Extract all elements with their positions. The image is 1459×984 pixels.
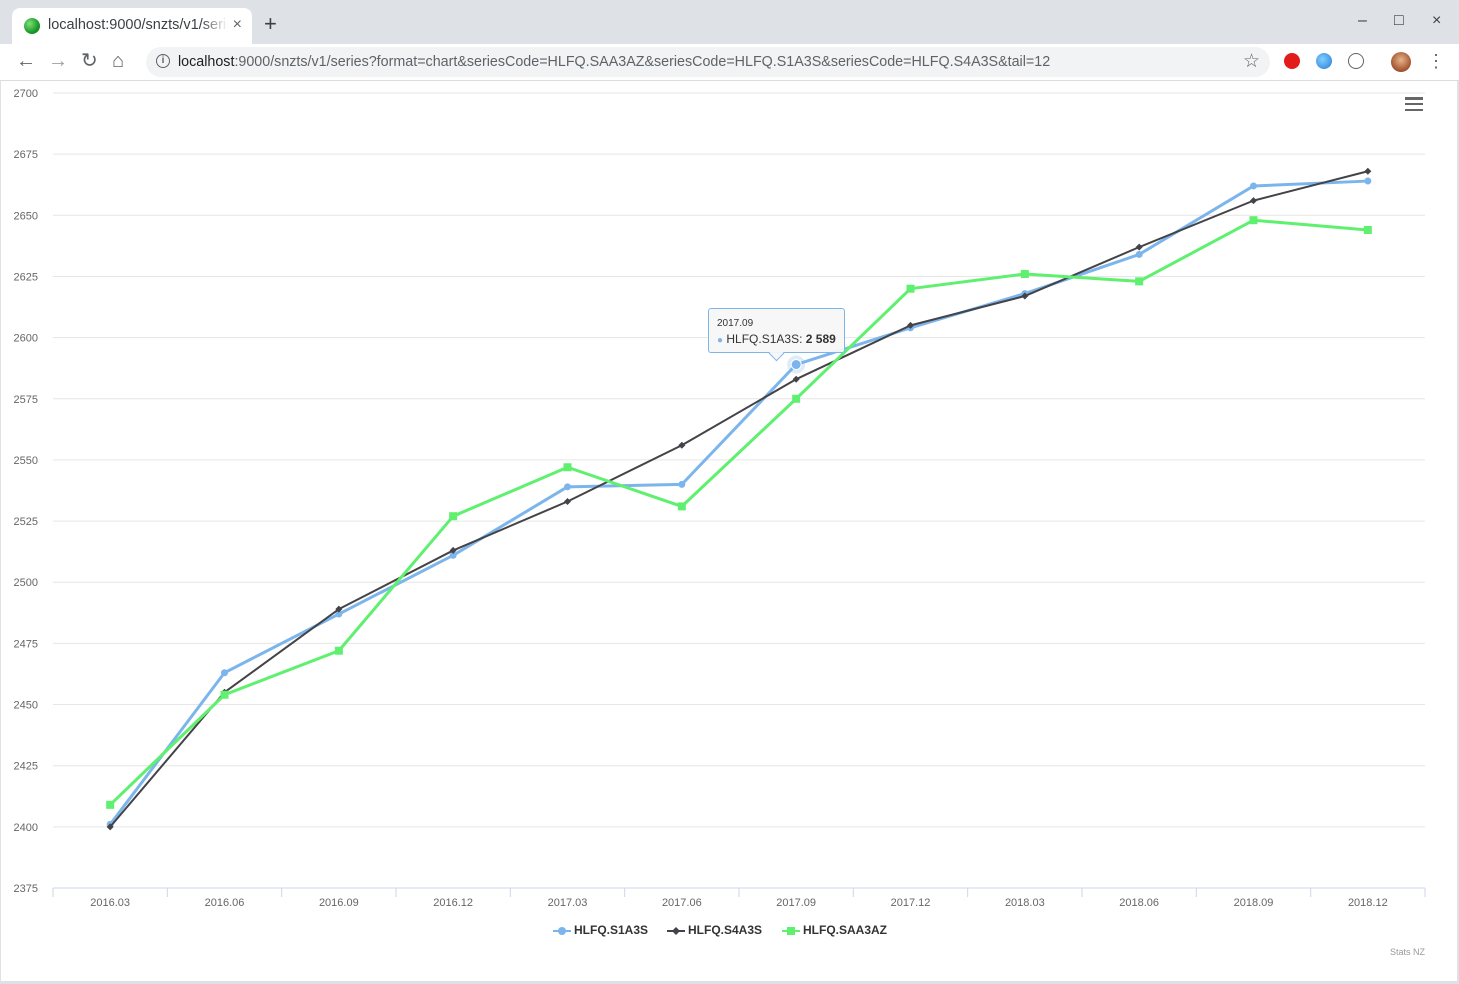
extension-globe-icon[interactable] bbox=[1316, 53, 1332, 69]
y-tick-label: 2525 bbox=[14, 516, 38, 528]
y-tick-label: 2625 bbox=[14, 271, 38, 283]
data-point bbox=[106, 800, 115, 809]
tooltip-line: ● HLFQ.S1A3S: 2 589 bbox=[717, 332, 836, 346]
minimize-icon[interactable]: – bbox=[1358, 12, 1367, 30]
tooltip-date: 2017.09 bbox=[717, 318, 754, 329]
chart-tooltip: 2017.09 ● HLFQ.S1A3S: 2 589 bbox=[708, 308, 845, 362]
tab-strip: localhost:9000/snzts/v1/series?format=ch… bbox=[0, 0, 1459, 44]
y-tick-label: 2700 bbox=[14, 88, 38, 100]
browser-menu-icon[interactable]: ⋮ bbox=[1427, 50, 1445, 72]
legend-item-s1a3s[interactable]: HLFQ.S1A3S bbox=[553, 923, 648, 937]
page-content: 2375 2400 2425 2450 2475 2500 2525 2550 2575 2600… bbox=[1, 81, 1457, 981]
bookmark-star-icon[interactable]: ☆ bbox=[1243, 50, 1260, 73]
data-point bbox=[334, 646, 343, 655]
data-point bbox=[1364, 177, 1372, 185]
x-tick-label: 2016.06 bbox=[205, 897, 245, 909]
back-icon[interactable]: ← bbox=[16, 50, 36, 72]
y-tick-label: 2650 bbox=[14, 210, 38, 222]
data-point bbox=[792, 394, 801, 403]
data-point bbox=[1250, 182, 1257, 190]
extension-red-icon[interactable] bbox=[1284, 53, 1300, 69]
y-tick-label: 2425 bbox=[14, 761, 38, 773]
x-tick-label: 2017.09 bbox=[776, 897, 816, 909]
chart-credits[interactable]: Stats NZ bbox=[1390, 947, 1425, 957]
y-tick-label: 2675 bbox=[14, 149, 38, 161]
forward-icon[interactable]: → bbox=[48, 50, 68, 72]
x-tick-label: 2018.09 bbox=[1234, 897, 1274, 909]
x-tick-label: 2016.03 bbox=[90, 897, 130, 909]
line-chart: 2375 2400 2425 2450 2475 2500 2525 2550 2575 2600… bbox=[14, 88, 1426, 909]
globe-favicon-icon bbox=[24, 18, 40, 34]
data-point bbox=[220, 690, 229, 699]
profile-avatar-icon[interactable] bbox=[1391, 52, 1411, 72]
data-point bbox=[563, 463, 572, 472]
x-tick-label: 2017.12 bbox=[891, 897, 931, 909]
data-point bbox=[564, 498, 571, 506]
legend-label: HLFQ.S4A3S bbox=[688, 923, 763, 937]
series-line-hlfq-s1a3s bbox=[108, 179, 1368, 826]
data-point bbox=[1020, 270, 1029, 279]
x-tick-label: 2016.12 bbox=[433, 897, 473, 909]
data-point bbox=[449, 512, 458, 521]
site-info-icon[interactable]: i bbox=[156, 54, 170, 68]
browser-toolbar: ← → ↻ ⌂ i localhost:9000/snzts/v1/series… bbox=[0, 44, 1459, 81]
x-tick-label: 2018.06 bbox=[1119, 897, 1159, 909]
hover-point bbox=[790, 359, 802, 371]
data-point bbox=[1135, 277, 1144, 286]
close-window-icon[interactable]: × bbox=[1432, 12, 1441, 30]
x-tick-label: 2018.12 bbox=[1348, 897, 1388, 909]
tab-title: localhost:9000/snzts/v1/series?format=ch… bbox=[48, 17, 228, 33]
data-point bbox=[1135, 250, 1143, 258]
y-tick-label: 2550 bbox=[14, 455, 38, 467]
data-point bbox=[1249, 216, 1258, 225]
new-tab-button[interactable]: + bbox=[264, 13, 277, 35]
url-host: localhost bbox=[178, 54, 235, 70]
x-tick-label: 2018.03 bbox=[1005, 897, 1045, 909]
extension-code-icon[interactable] bbox=[1348, 53, 1364, 69]
url-path: :9000/snzts/v1/series?format=chart&serie… bbox=[234, 54, 1051, 70]
legend-item-saa3az[interactable]: HLFQ.SAA3AZ bbox=[782, 923, 887, 937]
x-tick-label: 2017.03 bbox=[548, 897, 588, 909]
browser-tab[interactable]: localhost:9000/snzts/v1/series?format=ch… bbox=[12, 8, 252, 44]
y-tick-label: 2500 bbox=[14, 577, 38, 589]
tooltip-series: HLFQ.S1A3S: bbox=[726, 332, 803, 346]
data-point bbox=[1250, 197, 1257, 205]
legend-label: HLFQ.S1A3S bbox=[574, 923, 649, 937]
tab-close-icon[interactable]: × bbox=[233, 16, 242, 34]
data-point bbox=[677, 502, 686, 511]
home-icon[interactable]: ⌂ bbox=[112, 50, 124, 72]
maximize-icon[interactable]: □ bbox=[1394, 12, 1404, 30]
tooltip-value: 2 589 bbox=[805, 332, 836, 346]
y-tick-label: 2600 bbox=[14, 333, 38, 345]
data-point bbox=[1363, 225, 1372, 234]
y-tick-label: 2475 bbox=[14, 638, 38, 650]
y-tick-label: 2575 bbox=[14, 394, 38, 406]
y-tick-label: 2450 bbox=[14, 700, 38, 712]
data-point bbox=[1364, 167, 1372, 175]
data-point bbox=[1135, 243, 1143, 251]
address-url[interactable]: localhost:9000/snzts/v1/series?format=ch… bbox=[178, 54, 1050, 70]
x-tick-label: 2016.09 bbox=[319, 897, 359, 909]
reload-icon[interactable]: ↻ bbox=[81, 50, 98, 72]
y-tick-label: 2375 bbox=[14, 883, 38, 895]
legend-label: HLFQ.SAA3AZ bbox=[803, 923, 887, 937]
data-point bbox=[678, 480, 686, 488]
address-bar[interactable]: i localhost:9000/snzts/v1/series?format=… bbox=[146, 47, 1270, 77]
legend-item-s4a3s[interactable]: HLFQ.S4A3S bbox=[667, 923, 762, 937]
data-point bbox=[906, 284, 915, 293]
tooltip-dot-icon: ● bbox=[717, 335, 724, 346]
browser-window: localhost:9000/snzts/v1/series?format=ch… bbox=[0, 0, 1459, 984]
x-tick-label: 2017.06 bbox=[662, 897, 702, 909]
data-point bbox=[564, 483, 571, 491]
data-point bbox=[221, 669, 228, 677]
y-tick-label: 2400 bbox=[14, 822, 38, 834]
chart-legend: HLFQ.S1A3S HLFQ.S4A3S HLFQ.SAA3AZ bbox=[1, 923, 1457, 943]
series-line-hlfq-s4a3s bbox=[109, 170, 1369, 828]
chart-export-menu-icon[interactable] bbox=[1405, 97, 1423, 112]
